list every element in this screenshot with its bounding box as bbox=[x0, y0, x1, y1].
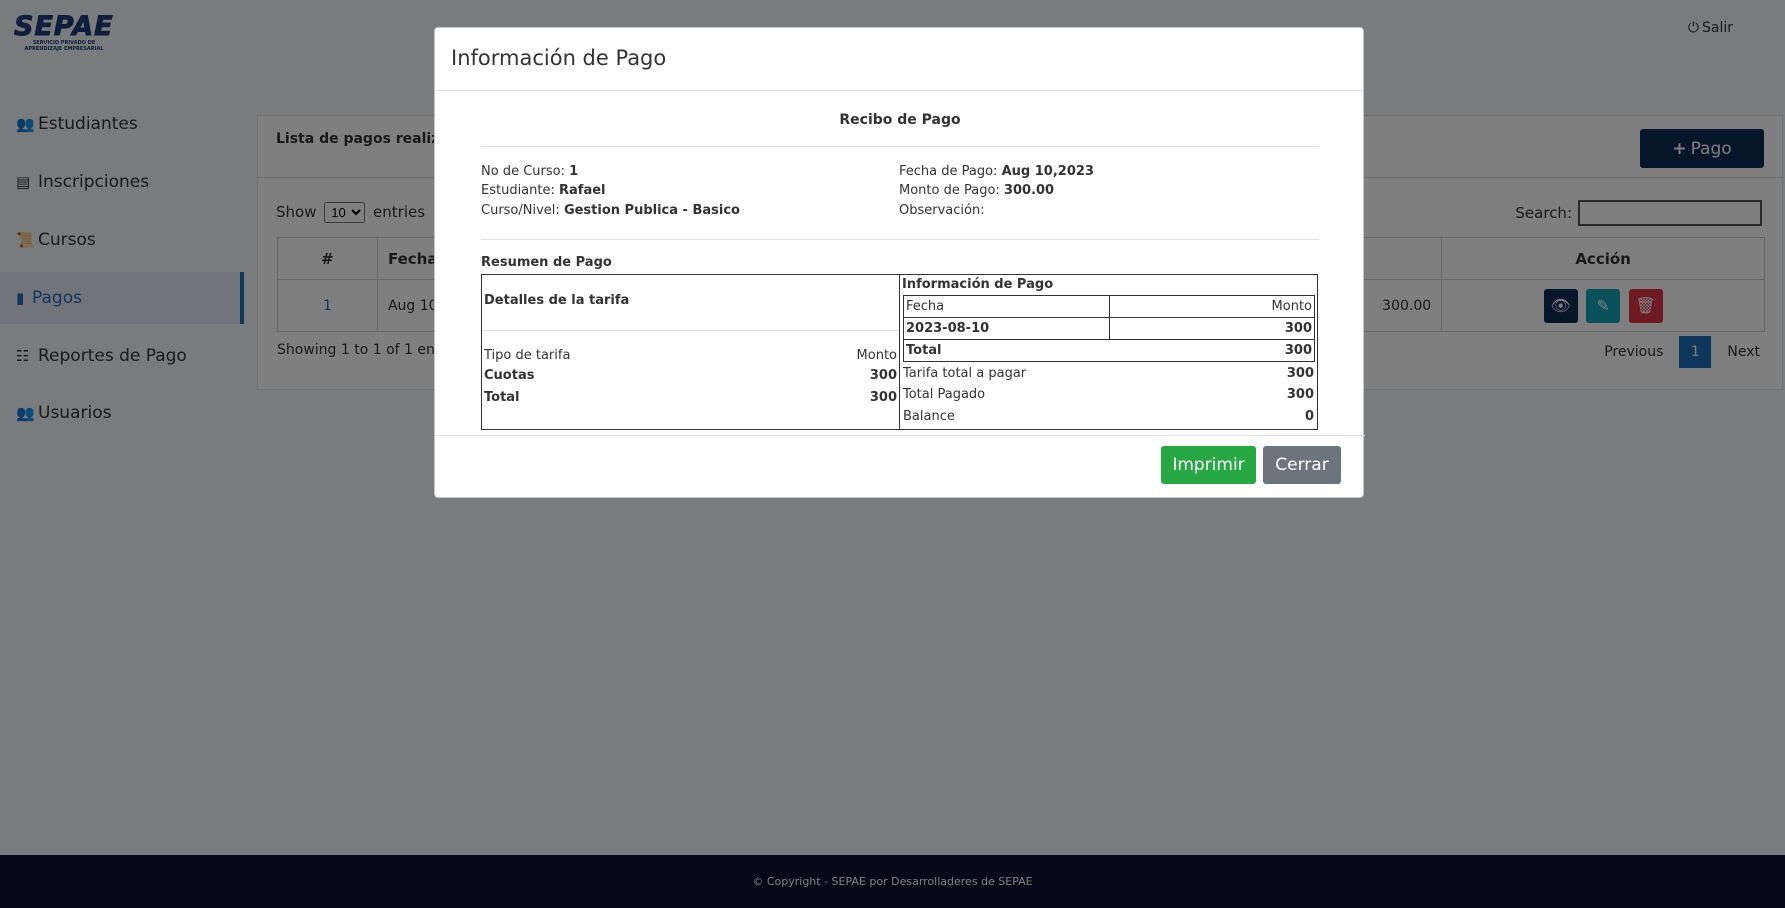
fee-header-row: Tipo de tarifa Monto bbox=[484, 348, 897, 363]
fee-details-title: Detalles de la tarifa bbox=[484, 293, 630, 308]
payment-date: Fecha de Pago: Aug 10,2023 bbox=[899, 164, 1094, 179]
course-no-label: No de Curso: bbox=[481, 164, 565, 179]
course-no: No de Curso: 1 bbox=[481, 164, 578, 179]
fee-total-value: 300 bbox=[869, 390, 897, 405]
payment-summary: Detalles de la tarifa Tipo de tarifa Mon… bbox=[481, 274, 1318, 430]
modal-header: Información de Pago bbox=[435, 28, 1363, 91]
payment-info-modal: Información de Pago Recibo de Pago No de… bbox=[434, 27, 1365, 499]
payment-amount-label: Monto de Pago: bbox=[899, 183, 1000, 198]
student: Estudiante: Rafael bbox=[481, 183, 606, 198]
fee-total-label: Total bbox=[484, 390, 520, 405]
row-monto: 300 bbox=[1109, 317, 1315, 340]
total-to-pay-row: Tarifa total a pagar 300 bbox=[903, 366, 1314, 381]
observation-label: Observación: bbox=[899, 203, 985, 218]
total-label: Total bbox=[903, 339, 1110, 362]
balance-value: 0 bbox=[1304, 409, 1314, 424]
fee-row-label: Cuotas bbox=[484, 368, 535, 383]
payment-info: Información de Pago Fecha Monto 2023-08-… bbox=[901, 275, 1317, 429]
fee-row: Cuotas 300 bbox=[484, 368, 897, 383]
student-value: Rafael bbox=[559, 183, 606, 198]
summary-title: Resumen de Pago bbox=[481, 255, 612, 270]
fee-amount-header: Monto bbox=[856, 348, 897, 363]
total-value: 300 bbox=[1109, 339, 1315, 362]
student-label: Estudiante: bbox=[481, 183, 555, 198]
table-header-row: Fecha Monto bbox=[903, 295, 1315, 318]
payment-info-title: Información de Pago bbox=[902, 277, 1054, 292]
course-level: Curso/Nivel: Gestion Publica - Basico bbox=[481, 203, 740, 218]
observation: Observación: bbox=[899, 203, 985, 218]
row-fecha: 2023-08-10 bbox=[903, 317, 1110, 340]
balance-row: Balance 0 bbox=[903, 409, 1314, 424]
total-paid-label: Total Pagado bbox=[903, 387, 986, 402]
total-paid-row: Total Pagado 300 bbox=[903, 387, 1314, 402]
modal-title: Información de Pago bbox=[451, 46, 667, 70]
fee-details: Detalles de la tarifa Tipo de tarifa Mon… bbox=[482, 275, 900, 429]
divider bbox=[481, 146, 1319, 147]
col-monto: Monto bbox=[1109, 295, 1315, 318]
modal-body[interactable]: Recibo de Pago No de Curso: 1 Estudiante… bbox=[435, 91, 1365, 435]
col-fecha: Fecha bbox=[903, 295, 1110, 318]
modal-footer: Imprimir Cerrar bbox=[435, 435, 1365, 499]
receipt-title: Recibo de Pago bbox=[839, 112, 961, 128]
course-level-value: Gestion Publica - Basico bbox=[563, 203, 740, 218]
close-button[interactable]: Cerrar bbox=[1263, 446, 1341, 484]
course-level-label: Curso/Nivel: bbox=[481, 203, 560, 218]
table-total-row: Total 300 bbox=[903, 339, 1315, 362]
fee-row-value: 300 bbox=[869, 368, 897, 383]
fee-total-row: Total 300 bbox=[484, 390, 897, 405]
payment-date-label: Fecha de Pago: bbox=[899, 164, 998, 179]
payment-amount: Monto de Pago: 300.00 bbox=[899, 183, 1054, 198]
total-to-pay-label: Tarifa total a pagar bbox=[903, 366, 1027, 381]
print-button[interactable]: Imprimir bbox=[1161, 446, 1256, 484]
fee-type-header: Tipo de tarifa bbox=[484, 348, 571, 363]
course-no-value: 1 bbox=[569, 164, 579, 179]
payment-date-value: Aug 10,2023 bbox=[1001, 164, 1094, 179]
balance-label: Balance bbox=[903, 409, 955, 424]
total-to-pay-value: 300 bbox=[1286, 366, 1314, 381]
divider bbox=[481, 239, 1319, 240]
table-row: 2023-08-10 300 bbox=[903, 317, 1315, 340]
total-paid-value: 300 bbox=[1286, 387, 1314, 402]
payments-detail-table: Fecha Monto 2023-08-10 300 Total 300 bbox=[903, 295, 1315, 362]
divider bbox=[482, 330, 899, 331]
payment-amount-value: 300.00 bbox=[1003, 183, 1055, 198]
